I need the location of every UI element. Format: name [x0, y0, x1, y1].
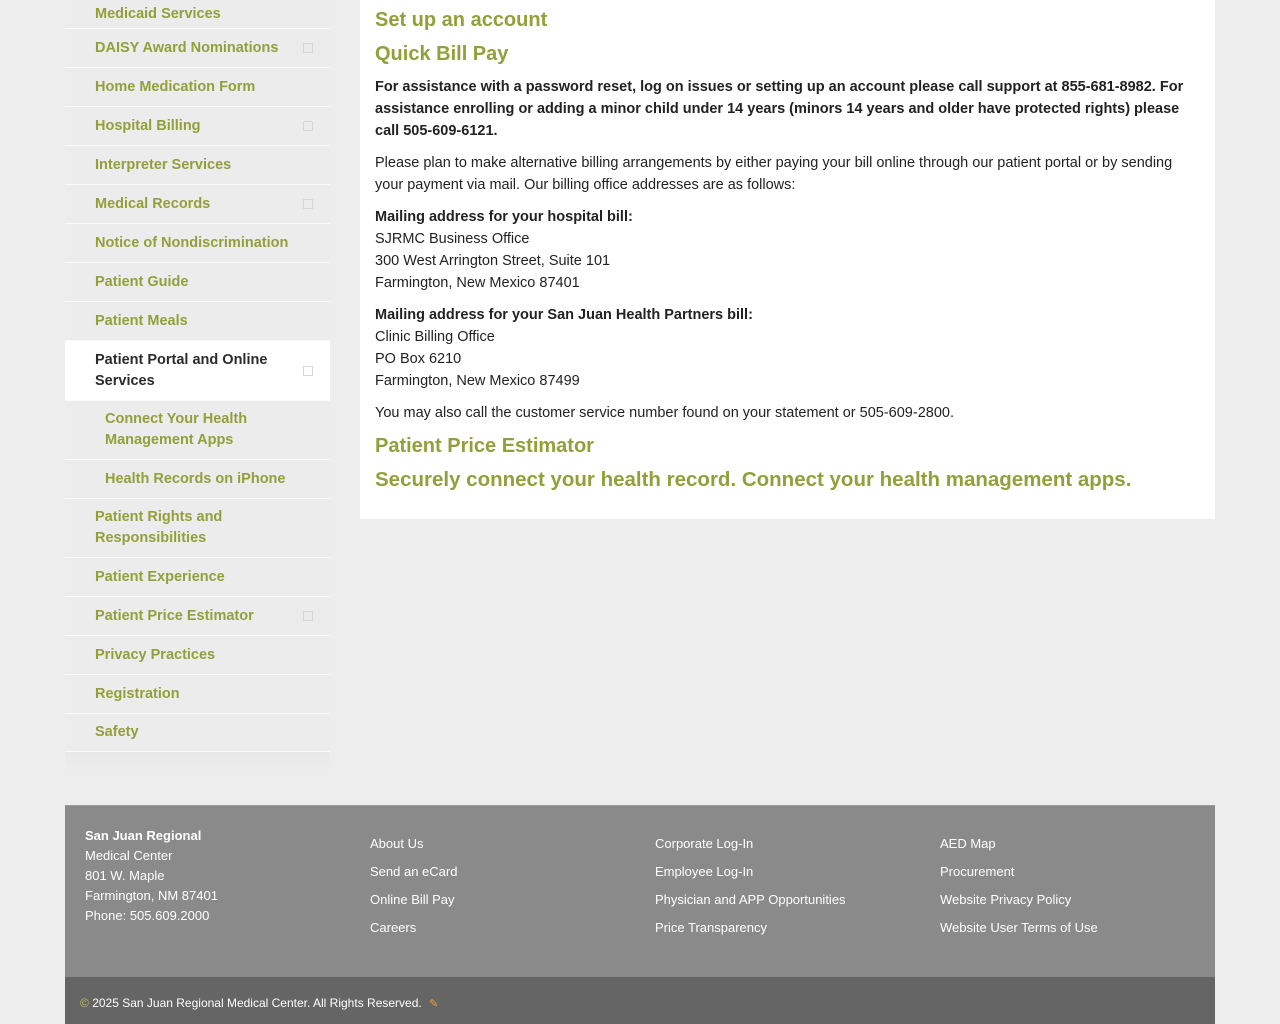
- copyright-label: 2025 San Juan Regional Medical Center. A…: [92, 996, 422, 1010]
- sidebar-item-patient-portal[interactable]: Patient Portal and Online Services: [65, 341, 330, 401]
- sidebar-item-label: Patient Price Estimator: [95, 607, 254, 624]
- footer-city: Farmington, NM 87401: [85, 888, 218, 903]
- partners-bill-label: Mailing address for your San Juan Health…: [375, 307, 753, 323]
- footer-link-privacy-policy[interactable]: Website Privacy Policy: [940, 886, 1098, 914]
- sidebar-item-registration[interactable]: Registration: [65, 675, 330, 714]
- sidebar-item-label: Registration: [95, 685, 180, 702]
- sidebar-item-patient-experience[interactable]: Patient Experience: [65, 558, 330, 597]
- sidebar-shadow: [65, 752, 330, 772]
- sidebar-item-nondiscrimination[interactable]: Notice of Nondiscrimination: [65, 224, 330, 263]
- footer-phone: Phone: 505.609.2000: [85, 908, 210, 923]
- sidebar-item-label: Home Medication Form: [95, 78, 256, 95]
- sidebar-item-patient-guide[interactable]: Patient Guide: [65, 263, 330, 302]
- sidebar-item-hospital-billing[interactable]: Hospital Billing: [65, 107, 330, 146]
- sidebar-item-patient-meals[interactable]: Patient Meals: [65, 302, 330, 341]
- sidebar-item-price-estimator[interactable]: Patient Price Estimator: [65, 597, 330, 636]
- sidebar-item-privacy-practices[interactable]: Privacy Practices: [65, 636, 330, 675]
- expand-toggle-icon[interactable]: [303, 199, 313, 209]
- sidebar-item-label: Hospital Billing: [95, 117, 201, 134]
- footer-link-price-transparency[interactable]: Price Transparency: [655, 914, 846, 942]
- address-line: PO Box 6210: [375, 351, 462, 367]
- assistance-text: For assistance with a password reset, lo…: [375, 79, 1184, 139]
- sidebar-item-label: Interpreter Services: [95, 156, 232, 173]
- footer-link-corporate-login[interactable]: Corporate Log-In: [655, 830, 846, 858]
- sidebar-item-safety[interactable]: Safety: [65, 714, 330, 752]
- sidebar-item-medical-records[interactable]: Medical Records: [65, 185, 330, 224]
- address-line: Clinic Billing Office: [375, 329, 495, 345]
- heading-setup-account[interactable]: Set up an account: [375, 8, 1200, 32]
- expand-toggle-icon[interactable]: [303, 611, 313, 621]
- partners-bill-address: Mailing address for your San Juan Health…: [375, 304, 1200, 392]
- sidebar-item-daisy-award[interactable]: DAISY Award Nominations: [65, 29, 330, 68]
- sidebar-item-label: Safety: [95, 724, 139, 740]
- address-line: Farmington, New Mexico 87499: [375, 373, 580, 389]
- expand-toggle-icon[interactable]: [303, 365, 313, 376]
- sidebar-item-label: Patient Rights and Responsibilities: [95, 509, 223, 546]
- sidebar-item-medicaid-services[interactable]: Medicaid Services: [65, 0, 330, 29]
- heading-connect-health-record[interactable]: Securely connect your health record. Con…: [375, 468, 1200, 492]
- footer-links-col2: Corporate Log-In Employee Log-In Physici…: [655, 830, 846, 942]
- sidebar-item-label: Medical Records: [95, 195, 211, 212]
- sidebar-nav: Medicaid Services DAISY Award Nomination…: [65, 0, 330, 772]
- sidebar-item-label: Connect Your Health Management Apps: [105, 411, 248, 448]
- footer-links-col1: About Us Send an eCard Online Bill Pay C…: [370, 830, 457, 942]
- sidebar-item-label: DAISY Award Nominations: [95, 39, 279, 56]
- footer-org-line2: Medical Center: [85, 848, 173, 863]
- footer-link-online-bill-pay[interactable]: Online Bill Pay: [370, 886, 457, 914]
- customer-service-text: You may also call the customer service n…: [375, 405, 954, 421]
- expand-toggle-icon[interactable]: [303, 43, 313, 53]
- footer-links-col3: AED Map Procurement Website Privacy Poli…: [940, 830, 1098, 942]
- sidebar-item-label: Patient Portal and Online Services: [95, 351, 268, 389]
- sidebar-item-label: Privacy Practices: [95, 646, 216, 663]
- footer-org-name: San Juan Regional: [85, 828, 202, 843]
- sidebar-item-label: Notice of Nondiscrimination: [95, 234, 289, 251]
- copyright-symbol: ©: [80, 996, 89, 1010]
- address-line: 300 West Arrington Street, Suite 101: [375, 253, 611, 269]
- footer-link-careers[interactable]: Careers: [370, 914, 457, 942]
- address-line: Farmington, New Mexico 87401: [375, 275, 580, 291]
- sidebar-item-label: Patient Meals: [95, 312, 188, 329]
- footer-address: San Juan Regional Medical Center 801 W. …: [85, 826, 218, 926]
- address-line: SJRMC Business Office: [375, 231, 530, 247]
- main-content: Set up an account Quick Bill Pay For ass…: [360, 0, 1215, 519]
- footer-link-physician-opportunities[interactable]: Physician and APP Opportunities: [655, 886, 846, 914]
- footer-link-aed-map[interactable]: AED Map: [940, 830, 1098, 858]
- heading-price-estimator[interactable]: Patient Price Estimator: [375, 434, 1200, 458]
- sidebar-item-label: Medicaid Services: [95, 5, 221, 22]
- footer-link-employee-login[interactable]: Employee Log-In: [655, 858, 846, 886]
- hospital-bill-address: Mailing address for your hospital bill: …: [375, 206, 1200, 294]
- sidebar-subitem-health-records-iphone[interactable]: Health Records on iPhone: [65, 460, 330, 499]
- footer-link-send-ecard[interactable]: Send an eCard: [370, 858, 457, 886]
- sidebar-item-label: Patient Guide: [95, 273, 189, 290]
- copyright-bar: © 2025 San Juan Regional Medical Center.…: [65, 977, 1215, 1024]
- footer: San Juan Regional Medical Center 801 W. …: [65, 805, 1215, 977]
- billing-intro-text: Please plan to make alternative billing …: [375, 155, 1173, 193]
- hospital-bill-label: Mailing address for your hospital bill:: [375, 209, 633, 225]
- footer-link-terms-of-use[interactable]: Website User Terms of Use: [940, 914, 1098, 942]
- footer-street: 801 W. Maple: [85, 868, 165, 883]
- sidebar-item-home-medication[interactable]: Home Medication Form: [65, 68, 330, 107]
- sidebar-item-interpreter[interactable]: Interpreter Services: [65, 146, 330, 185]
- expand-toggle-icon[interactable]: [303, 121, 313, 131]
- footer-link-procurement[interactable]: Procurement: [940, 858, 1098, 886]
- sidebar-item-patient-rights[interactable]: Patient Rights and Responsibilities: [65, 499, 330, 558]
- sidebar-subitem-connect-apps[interactable]: Connect Your Health Management Apps: [65, 401, 330, 460]
- heading-quick-bill-pay[interactable]: Quick Bill Pay: [375, 42, 1200, 66]
- pencil-icon[interactable]: ✎: [429, 997, 438, 1010]
- sidebar-item-label: Health Records on iPhone: [105, 470, 286, 487]
- sidebar-item-label: Patient Experience: [95, 568, 225, 585]
- footer-link-about-us[interactable]: About Us: [370, 830, 457, 858]
- copyright-text: © 2025 San Juan Regional Medical Center.…: [80, 996, 438, 1010]
